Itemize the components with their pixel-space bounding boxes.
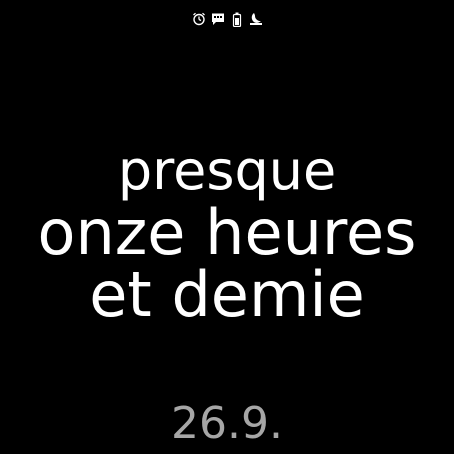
bedtime-icon <box>249 11 263 27</box>
date-label: 26.9. <box>171 398 283 449</box>
message-icon <box>211 11 225 27</box>
status-bar <box>0 9 454 29</box>
alarm-icon <box>192 11 206 27</box>
time-words-line-3: et demie <box>89 258 365 331</box>
battery-icon <box>230 11 244 27</box>
time-words-line-1: presque <box>117 139 337 202</box>
watch-screen: presque onze heures et demie 26.9. <box>0 0 454 454</box>
